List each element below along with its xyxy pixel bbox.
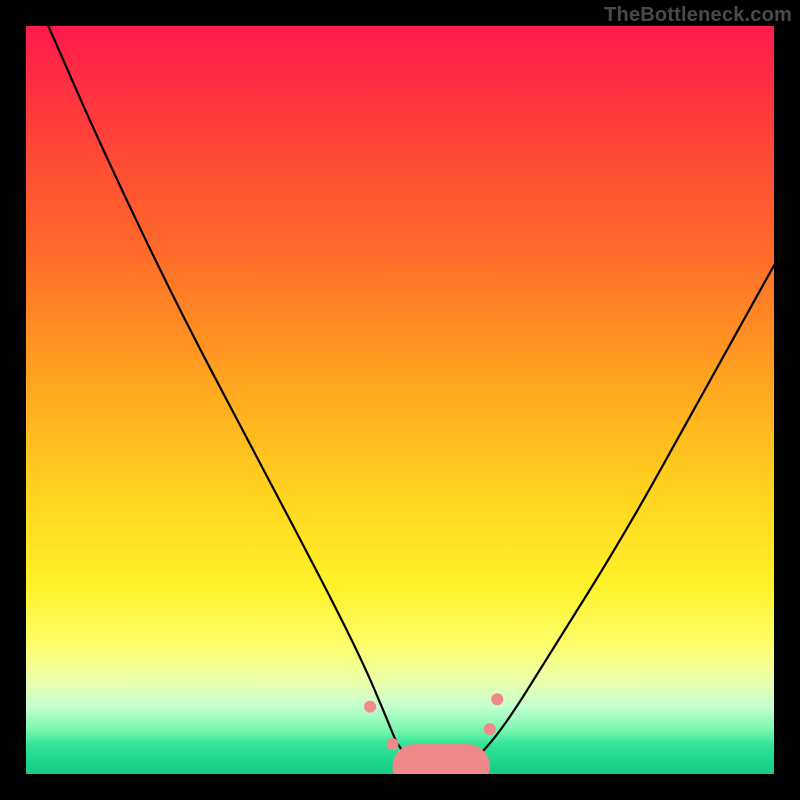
chart-frame: TheBottleneck.com <box>0 0 800 800</box>
pink-marker-right-2 <box>491 693 503 705</box>
plot-area <box>26 26 774 774</box>
bottleneck-curve <box>48 26 774 767</box>
pink-marker-bottom-right <box>462 754 472 764</box>
curve-layer <box>48 26 774 767</box>
pink-marker-bottom-left <box>402 754 412 764</box>
pink-marker-mid-2 <box>447 762 457 772</box>
pink-marker-left-1 <box>364 701 376 713</box>
pink-marker-right-1 <box>484 723 496 735</box>
pink-marker-left-2 <box>387 738 399 750</box>
chart-svg <box>26 26 774 774</box>
pink-marker-mid-1 <box>425 762 435 772</box>
watermark-text: TheBottleneck.com <box>604 4 792 27</box>
